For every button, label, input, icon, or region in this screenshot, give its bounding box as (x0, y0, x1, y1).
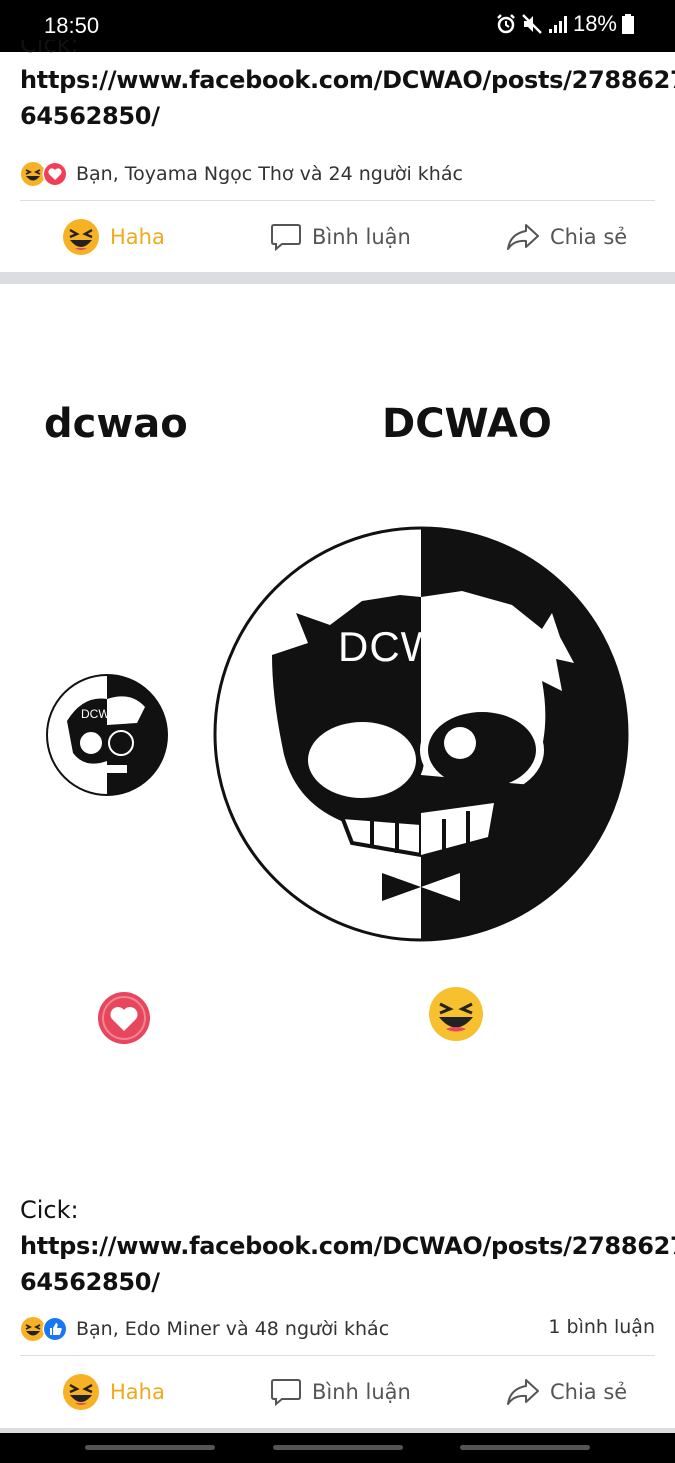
love-react-icon (42, 161, 68, 187)
love-icon (98, 992, 150, 1044)
small-logo-graphic (46, 674, 168, 796)
post2-share-label: Chia sẻ (550, 1380, 628, 1404)
post2-reactions[interactable]: Bạn, Edo Miner và 48 người khác (20, 1314, 389, 1344)
post1-share-button[interactable]: Chia sẻ (506, 201, 627, 273)
large-logo-text: DCWAO (338, 623, 503, 670)
post2-text: Cick: https://www.facebook.com/DCWAO/pos… (20, 1192, 675, 1300)
post1-haha-button[interactable]: Haha (62, 201, 165, 273)
post1-reaction-text: Bạn, Toyama Ngọc Thơ và 24 người khác (76, 163, 463, 185)
post2-comment-button[interactable]: Bình luận (270, 1356, 411, 1428)
post1-link-line2[interactable]: 64562850/ (20, 98, 675, 134)
post1-reactions[interactable]: Bạn, Toyama Ngọc Thơ và 24 người khác (20, 159, 463, 189)
image-label-uppercase: DCWAO (382, 401, 552, 447)
status-time: 18:50 (44, 13, 100, 38)
like-react-icon (42, 1316, 68, 1342)
nav-recents-button[interactable] (85, 1445, 215, 1450)
post2-link[interactable]: https://www.facebook.com/DCWAO/posts/278… (20, 1228, 675, 1300)
post2-comment-label: Bình luận (312, 1380, 411, 1404)
large-logo-graphic (213, 526, 629, 942)
post2-comment-count[interactable]: 1 bình luận (548, 1316, 655, 1338)
image-label-lowercase: dcwao (44, 401, 188, 447)
share-icon (507, 224, 539, 250)
post1-share-label: Chia sẻ (550, 225, 628, 249)
battery-percent: 18% (572, 11, 617, 36)
haha-emoji-icon (429, 987, 483, 1041)
post1-link[interactable]: https://www.facebook.com/DCWAO/posts/278… (20, 62, 675, 134)
small-logo: DCWAO (45, 673, 169, 797)
post2-link-line2[interactable]: 64562850/ (20, 1264, 675, 1300)
alarm-icon (497, 14, 515, 34)
small-logo-text: DCWAO (81, 707, 127, 721)
haha-icon (63, 1374, 99, 1410)
post1-text: Cick: https://www.facebook.com/DCWAO/pos… (20, 40, 675, 134)
post1-comment-label: Bình luận (312, 225, 411, 249)
comment-icon (271, 1379, 301, 1407)
system-nav-bar (0, 1433, 675, 1463)
post2-link-line1[interactable]: https://www.facebook.com/DCWAO/posts/278… (20, 1228, 675, 1264)
post1-link-line1[interactable]: https://www.facebook.com/DCWAO/posts/278… (20, 62, 675, 98)
nav-back-button[interactable] (460, 1445, 590, 1450)
post1-text-partial: Cick: (20, 40, 79, 58)
post2-haha-button[interactable]: Haha (62, 1356, 165, 1428)
battery-icon (622, 14, 634, 34)
post1-comment-button[interactable]: Bình luận (270, 201, 411, 273)
comment-icon (271, 224, 301, 252)
post-image[interactable]: dcwao DCWAO DCWAO DCWAO (0, 283, 675, 1183)
post2-reaction-text: Bạn, Edo Miner và 48 người khác (76, 1318, 390, 1340)
post2-haha-label: Haha (110, 1380, 165, 1404)
post2-share-button[interactable]: Chia sẻ (506, 1356, 627, 1428)
post1-haha-label: Haha (110, 225, 165, 249)
post2-action-bar: Haha Bình luận Chia sẻ (0, 1356, 675, 1428)
signal-icon (548, 16, 567, 33)
share-icon (507, 1379, 539, 1405)
nav-home-button[interactable] (273, 1445, 403, 1450)
status-icons: 18% (495, 11, 635, 37)
mute-icon (522, 14, 542, 34)
large-logo: DCWAO (212, 525, 630, 943)
post1-action-bar: Haha Bình luận Chia sẻ (0, 201, 675, 273)
post2-caption: Cick: (20, 1196, 79, 1224)
haha-icon (63, 219, 99, 255)
